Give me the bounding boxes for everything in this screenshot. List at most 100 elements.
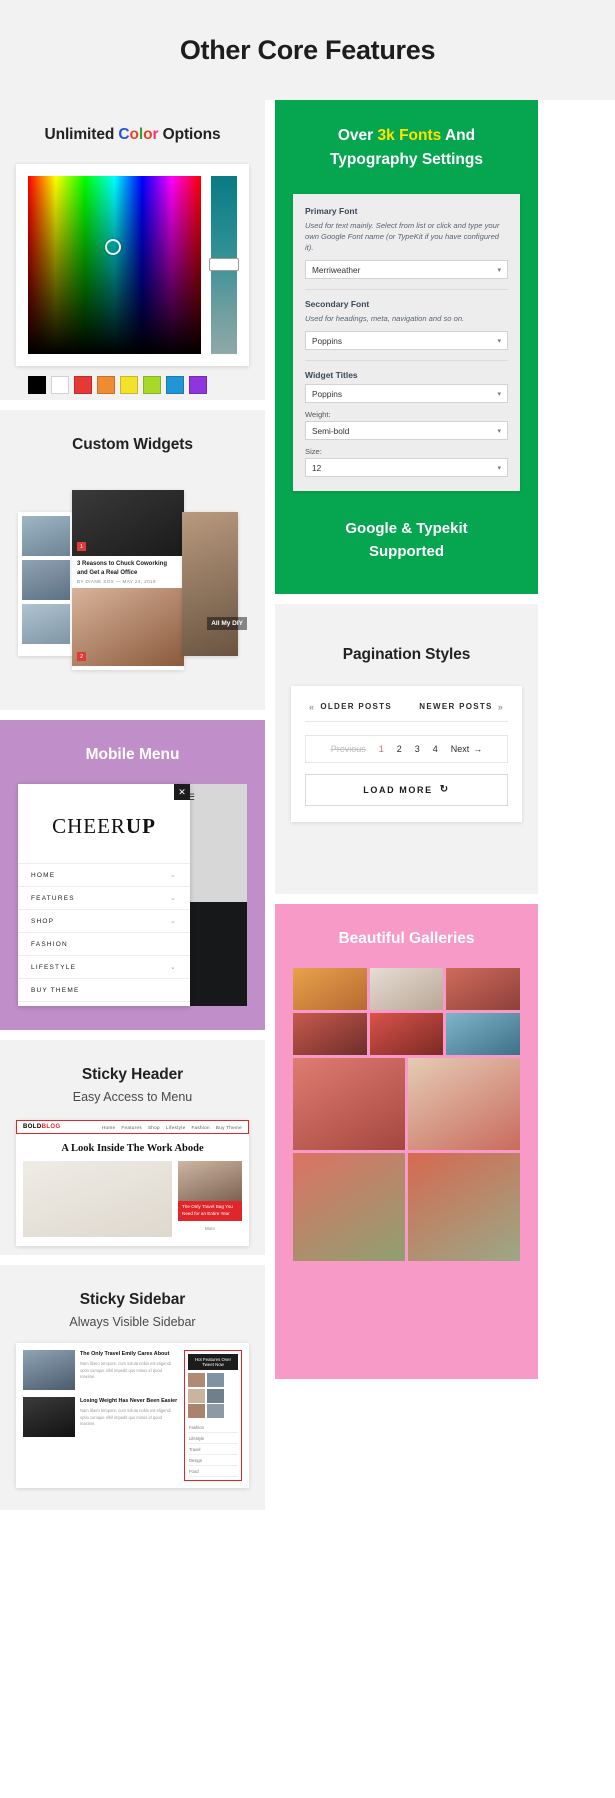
mock-nav-item[interactable]: Lifestyle: [166, 1125, 186, 1130]
mock-widget-title: Hot Features Over Tweet Now: [188, 1354, 238, 1370]
gallery-image[interactable]: [408, 1057, 520, 1150]
widget-titles-label: Widget Titles: [305, 370, 358, 381]
gallery-image[interactable]: [369, 967, 444, 1010]
size-value: 12: [312, 462, 322, 473]
widget-titles-select[interactable]: Poppins ▾: [305, 384, 508, 404]
list-item[interactable]: Design: [188, 1455, 238, 1466]
chevron-down-icon[interactable]: ▾: [497, 390, 501, 398]
arrow-right-icon: →: [473, 743, 483, 754]
chevron-down-icon[interactable]: ⌄: [170, 963, 177, 971]
mobile-menu-item-home[interactable]: HOME ⌄: [18, 863, 190, 886]
mobile-menu-item-fashion[interactable]: FASHION: [18, 932, 190, 955]
swatch-lime[interactable]: [143, 376, 161, 394]
secondary-font-desc: Used for headings, meta, navigation and …: [305, 314, 465, 324]
gallery-image[interactable]: [408, 1152, 520, 1261]
mock-nav-item[interactable]: Fashion: [191, 1125, 209, 1130]
gallery-row-middle: [293, 1057, 520, 1150]
pagination-page-4[interactable]: 4: [433, 744, 438, 754]
primary-font-select[interactable]: Merriweather ▾: [305, 260, 508, 280]
swatch-blue[interactable]: [166, 376, 184, 394]
chevron-down-icon[interactable]: ▾: [497, 464, 501, 472]
pagination-page-1[interactable]: 1: [379, 744, 384, 754]
gallery-image[interactable]: [293, 1152, 405, 1261]
gallery-image[interactable]: [293, 967, 367, 1010]
mobile-menu-item-buy-theme[interactable]: BUY THEME: [18, 978, 190, 1001]
gallery-image[interactable]: [446, 967, 520, 1010]
mock-nav[interactable]: Home Features Shop Lifestyle Fashion Buy…: [102, 1125, 242, 1130]
mobile-menu-logo: CHEERUP: [18, 784, 190, 863]
gallery-image[interactable]: [446, 1012, 520, 1055]
mock-nav-item[interactable]: Shop: [148, 1125, 160, 1130]
mock-post[interactable]: The Only Travel Emily Cares About Nam li…: [23, 1350, 178, 1390]
gallery-image[interactable]: [369, 1012, 444, 1055]
hue-slider[interactable]: [209, 176, 239, 354]
mobile-menu-item-lifestyle[interactable]: LIFESTYLE ⌄: [18, 955, 190, 978]
sticky-sidebar-title: Sticky Sidebar: [79, 1291, 186, 1308]
widget-thumb: [22, 604, 70, 644]
widget-badge: 1: [77, 542, 86, 551]
swatch-orange[interactable]: [97, 376, 115, 394]
widget-card-title[interactable]: 3 Reasons to Chuck Coworking and Get a R…: [72, 556, 184, 579]
swatch-yellow[interactable]: [120, 376, 138, 394]
swatch-purple[interactable]: [189, 376, 207, 394]
spacer: [0, 1255, 265, 1265]
swatch-black[interactable]: [28, 376, 46, 394]
list-item[interactable]: Food: [188, 1466, 238, 1477]
menu-item-label: FASHION: [31, 940, 68, 948]
close-icon[interactable]: ✕: [174, 784, 190, 800]
weight-select[interactable]: Semi-bold ▾: [305, 421, 508, 441]
chevron-down-icon[interactable]: ▾: [497, 266, 501, 274]
saturation-area[interactable]: [28, 176, 201, 354]
widget-badge: 2: [77, 652, 86, 662]
gallery-row-top: [293, 967, 520, 1055]
color-swatches[interactable]: [16, 376, 249, 408]
mock-nav-item[interactable]: Buy Theme: [216, 1125, 242, 1130]
pagination-page-2[interactable]: 2: [397, 744, 402, 754]
mock-grid-item: [188, 1404, 205, 1418]
mock-nav-item[interactable]: Features: [121, 1125, 142, 1130]
sticky-sidebar-mock: The Only Travel Emily Cares About Nam li…: [16, 1343, 249, 1488]
swatch-white[interactable]: [51, 376, 69, 394]
gallery-image[interactable]: [293, 1012, 367, 1055]
gallery-image[interactable]: [293, 1057, 405, 1150]
chevron-down-icon[interactable]: ⌄: [170, 871, 177, 879]
pagination-page-3[interactable]: 3: [415, 744, 420, 754]
page-title: Other Core Features: [179, 34, 436, 65]
mock-sidebar: The Only Travel Bag You Need for an Enti…: [178, 1161, 242, 1237]
chevron-down-icon[interactable]: ⌄: [170, 917, 177, 925]
load-more-button[interactable]: LOAD MORE ↻: [305, 773, 508, 806]
secondary-font-select[interactable]: Poppins ▾: [305, 331, 508, 351]
hue-slider-handle[interactable]: [209, 257, 239, 271]
mock-sidebar-more[interactable]: More: [178, 1221, 242, 1231]
panel-typography: Over 3k Fonts And Typography Settings Pr…: [275, 100, 538, 594]
color-picker-card[interactable]: [16, 164, 249, 366]
newer-posts-link[interactable]: NEWER POSTS »: [419, 702, 504, 712]
chevron-down-icon[interactable]: ⌄: [170, 894, 177, 902]
chevron-down-icon[interactable]: ▾: [497, 337, 501, 345]
galleries-title: Beautiful Galleries: [338, 929, 475, 947]
refresh-icon: ↻: [439, 784, 450, 796]
mock-post[interactable]: Losing Weight Has Never Been Easier Nam …: [23, 1397, 178, 1437]
picker-cursor-icon[interactable]: [104, 239, 121, 256]
swatch-red[interactable]: [74, 376, 92, 394]
logo-bold: UP: [125, 814, 156, 838]
list-item[interactable]: Fashion: [188, 1422, 238, 1433]
mock-grid-item: [206, 1373, 224, 1387]
older-posts-link[interactable]: « OLDER POSTS: [309, 702, 392, 712]
mock-widget-grid: [188, 1373, 238, 1418]
mock-nav-item[interactable]: Home: [102, 1125, 115, 1130]
older-posts-label: OLDER POSTS: [320, 702, 392, 712]
mock-post-text: Nam libero tempore, cum soluta nobis est…: [80, 1408, 171, 1427]
mobile-menu-item-features[interactable]: FEATURES ⌄: [18, 886, 190, 909]
chevron-down-icon[interactable]: ▾: [497, 427, 501, 435]
list-item-label: Lifestyle: [189, 1435, 205, 1441]
panel-color-options: Unlimited Color Options: [0, 100, 265, 400]
widget-column-right: [182, 512, 238, 656]
pagination-next[interactable]: Next →: [451, 744, 483, 754]
mobile-menu-item-shop[interactable]: SHOP ⌄: [18, 909, 190, 932]
list-item[interactable]: Travel: [188, 1444, 238, 1455]
menu-item-label: LIFESTYLE: [31, 963, 77, 971]
list-item[interactable]: Lifestyle: [188, 1433, 238, 1444]
size-label: Size:: [305, 447, 322, 457]
size-select[interactable]: 12 ▾: [305, 458, 508, 478]
